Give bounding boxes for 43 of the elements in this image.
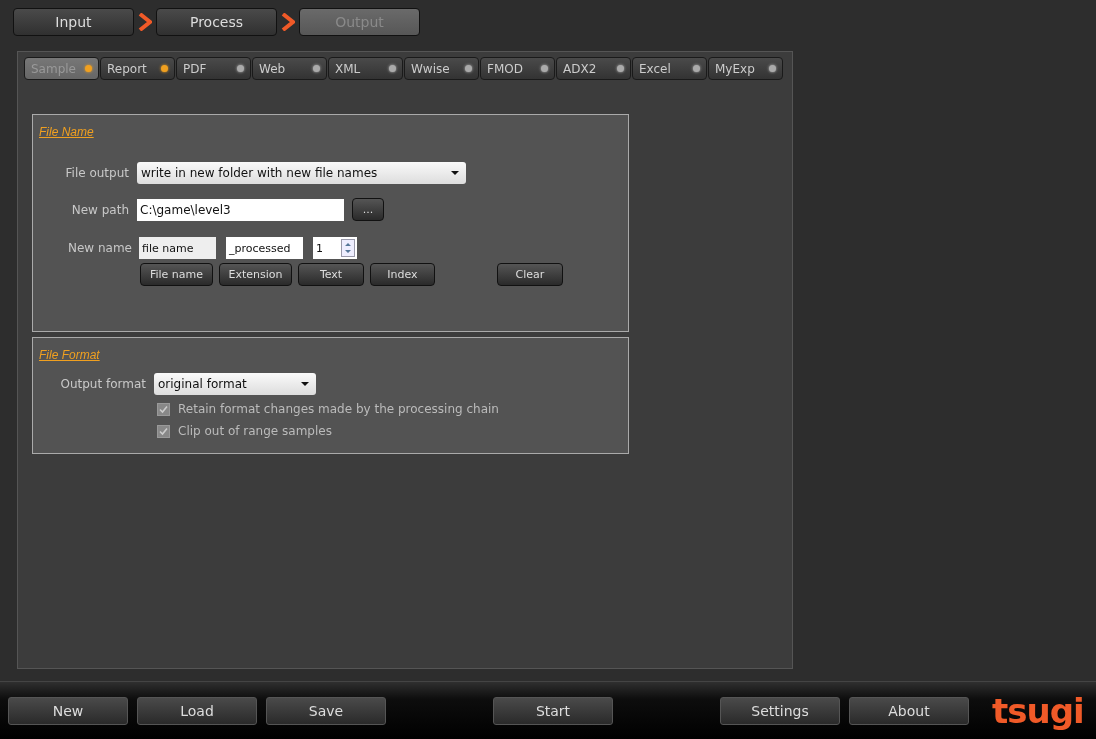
output-format-dropdown[interactable]: original format [154, 373, 316, 395]
chevron-icon [281, 12, 295, 31]
group-title: File Format [39, 348, 100, 362]
tab[interactable]: ADX2 [556, 57, 631, 80]
spinner-arrows-icon [341, 239, 355, 257]
tab[interactable]: FMOD [480, 57, 555, 80]
step-tab[interactable]: Input [13, 7, 134, 36]
tab[interactable]: MyExp [708, 57, 783, 80]
logo: tsugi [992, 690, 1084, 731]
tab[interactable]: Wwise [404, 57, 479, 80]
toolbar-button[interactable]: Save [266, 696, 386, 725]
settings-button[interactable]: Settings [720, 696, 840, 725]
insert-part-button[interactable]: Index [370, 263, 435, 286]
clear-button[interactable]: Clear [497, 263, 563, 286]
tab[interactable]: Web [252, 57, 327, 80]
dropdown-arrow-icon [300, 381, 310, 387]
step-tab[interactable]: Process [156, 7, 277, 36]
dropdown-arrow-icon [450, 170, 460, 176]
toolbar-button[interactable]: New [8, 696, 128, 725]
field-label: New path [70, 202, 129, 217]
field-label: Output format [59, 377, 146, 391]
index-spinner[interactable]: 1 [313, 237, 357, 259]
tab[interactable]: Excel [632, 57, 707, 80]
field-label: New name [66, 241, 132, 255]
about-button[interactable]: About [849, 696, 969, 725]
group-title: File Name [39, 125, 94, 139]
insert-part-button[interactable]: Text [298, 263, 364, 286]
file-output-dropdown[interactable]: write in new folder with new file names [137, 162, 466, 184]
name-part-field[interactable]: file name [139, 237, 216, 259]
field-label: File output [64, 166, 129, 180]
chevron-icon [138, 12, 152, 31]
insert-part-button[interactable]: Extension [219, 263, 292, 286]
start-button[interactable]: Start [493, 696, 613, 725]
path-field[interactable]: C:\game\level3 [137, 198, 344, 221]
toolbar-button[interactable]: Load [137, 696, 257, 725]
tab[interactable]: Report [100, 57, 175, 80]
tab[interactable]: XML [328, 57, 403, 80]
checkbox-label: Retain format changes made by the processing chain [178, 402, 499, 416]
insert-part-button[interactable]: File name [140, 263, 213, 286]
checkbox-label: Clip out of range samples [178, 424, 332, 438]
tab[interactable]: PDF [176, 57, 251, 80]
name-part-field[interactable]: _processed [226, 237, 303, 259]
browse-button[interactable]: ... [352, 198, 384, 221]
